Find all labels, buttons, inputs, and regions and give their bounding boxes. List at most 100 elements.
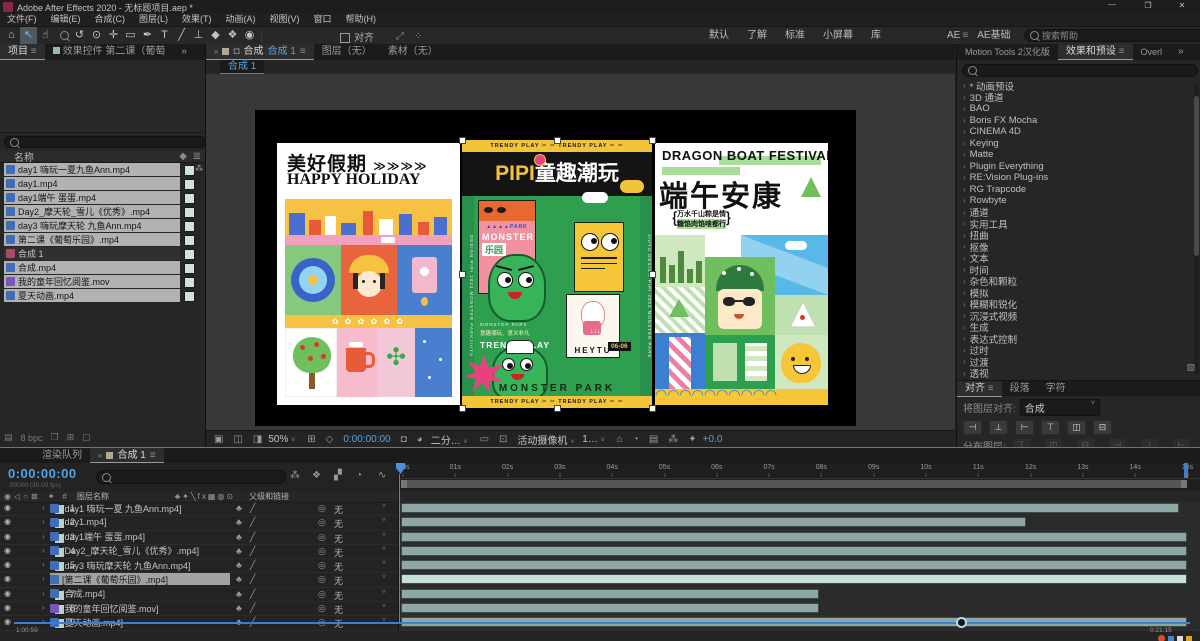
layer-name-cell[interactable]: [Day2_摩天轮_雪儿《优秀》.mp4] [50,545,230,557]
menu-帮助[interactable]: 帮助(H) [339,13,384,26]
parent-link-column[interactable]: 父级和链接 [249,491,289,502]
layer-twirl-icon[interactable]: › [42,546,45,555]
poster-pipi-trendy-play[interactable]: TRENDY PLAY ✂ ✂ TRENDY PLAY ✂ ✂ PIPI童趣潮玩… [462,140,652,408]
tab-paragraph[interactable]: 段落 [1002,381,1038,396]
layer-duration-bar[interactable] [401,517,1026,528]
rotate-tool[interactable]: ↺ [71,27,88,44]
twirl-icon[interactable]: › [963,357,966,366]
layer-name-cell[interactable]: [day1 嗨玩一夏 九鱼Ann.mp4] [50,502,230,514]
menu-窗口[interactable]: 窗口 [307,13,339,26]
minimize-button[interactable]: — [1098,0,1126,9]
effects-category[interactable]: › 3D 通道 [957,92,1193,105]
timeline-button-icon[interactable]: ▤ [645,431,662,448]
graph-editor-icon[interactable]: ∿ [374,467,390,484]
layer-switches[interactable]: ♣╱ [236,560,263,571]
effects-category[interactable]: › 沉浸式视频 [957,310,1193,323]
selection-handle[interactable] [649,405,656,412]
effects-category[interactable]: › CINEMA 4D [957,126,1193,138]
align-to-dropdown[interactable]: 合成 ˅ [1019,399,1100,416]
interpret-footage-icon[interactable]: ▤ [4,432,13,443]
twirl-icon[interactable]: › [963,323,966,332]
brush-tool[interactable]: ╱ [173,27,190,44]
layer-parent-dropdown[interactable]: 无 ˅ [334,574,386,587]
project-item[interactable]: 第二课《葡萄乐园》.mp4 [2,233,203,246]
maximize-button[interactable]: ❐ [1134,1,1162,10]
parent-pickwhip-icon[interactable]: ◎ [318,560,326,571]
project-search[interactable] [4,136,206,148]
layer-parent-dropdown[interactable]: 无 ˅ [334,517,386,530]
layer-switches[interactable]: ♣╱ [236,603,263,614]
menu-图层[interactable]: 图层(L) [132,13,175,26]
twirl-icon[interactable]: › [963,185,966,194]
workspace-标准[interactable]: 标准 [776,27,814,44]
timeline-search[interactable] [96,470,286,484]
frame-blending-icon[interactable]: ▞ [330,467,346,484]
twirl-icon[interactable]: › [963,231,966,240]
composition-flowchart-icon[interactable]: ⁂ [286,467,304,484]
twirl-icon[interactable]: › [963,254,966,263]
layer-name-cell[interactable]: [合成.mp4] [50,588,230,600]
transparency-grid-icon[interactable]: ⊡ [495,431,511,448]
twirl-icon[interactable]: › [963,242,966,251]
layer-parent-dropdown[interactable]: 无 ˅ [334,546,386,559]
text-tool[interactable]: T [156,27,173,44]
layer-name-cell[interactable]: [day3 嗨玩摩天轮 九鱼Ann.mp4] [50,559,230,571]
project-item[interactable]: day1.mp4 [2,177,203,190]
layer-switches[interactable]: ♣╱ [236,589,263,600]
timeline-bars-area[interactable] [398,502,1200,631]
layer-parent-dropdown[interactable]: 无 ˅ [334,503,386,516]
reset-exposure-icon[interactable]: ✦ [684,431,700,448]
project-item[interactable]: 合成.mp4 [2,261,203,274]
tab-composition[interactable]: « ◘ 合成 合成 1 ≡ [206,44,314,60]
resolution-dropdown[interactable]: 二分… ˅ [431,432,468,447]
exposure-value[interactable]: +0.0 [703,434,723,445]
help-search[interactable]: 搜索帮助 [1024,29,1200,42]
menu-编辑[interactable]: 编辑(E) [44,13,88,26]
effects-category[interactable]: › Keying [957,138,1193,150]
puppet-pin-tool[interactable]: ◉ [241,27,258,44]
twirl-icon[interactable]: › [963,265,966,274]
timeline-layer-row[interactable]: ◉ › 8 ♣╱ ◎ 无 ˅ [我的童年回忆阅鉴.mov] [0,602,398,617]
twirl-icon[interactable]: › [963,196,966,205]
effects-category[interactable]: › 过渡 [957,356,1193,369]
layer-twirl-icon[interactable]: › [42,560,45,569]
layer-name-column[interactable]: 图层名称 [77,491,109,502]
zoom-level-dropdown[interactable]: 50% ˅ [268,434,295,445]
lock-icon[interactable]: ◘ [233,44,239,60]
tab-footage[interactable]: 素材（无） [380,44,446,60]
selection-handle[interactable] [554,405,561,412]
pen-tool[interactable]: ✒ [139,27,156,44]
timeline-layer-row[interactable]: ◉ › 4 ♣╱ ◎ 无 ˅ [Day2_摩天轮_雪儿《优秀》.mp4] [0,545,398,560]
bit-depth-label[interactable]: 8 bpc [21,433,43,443]
scrollbar-handle[interactable] [956,617,967,628]
layer-duration-bar[interactable] [401,588,819,599]
timeline-timecode[interactable]: 0:00:00:00 [8,466,77,481]
tab-layer[interactable]: 图层（无） [314,44,380,60]
parent-pickwhip-icon[interactable]: ◎ [318,503,326,514]
workspace-ae[interactable]: AE [938,27,962,44]
workspace-默认[interactable]: 默认 [700,27,738,44]
eraser-tool[interactable]: ◆ [207,27,224,44]
menu-视图[interactable]: 视图(V) [263,13,307,26]
twirl-icon[interactable]: › [963,127,966,136]
menu-动画[interactable]: 动画(A) [219,13,263,26]
region-of-interest-icon[interactable]: ▭ [476,431,493,448]
label-color-chip[interactable] [184,221,195,232]
label-color-chip[interactable] [184,277,195,288]
project-item[interactable]: day1 嗨玩一夏九鱼Ann.mp4 ⁂ [2,163,203,176]
effects-category[interactable]: › Rowbyte [957,195,1193,207]
layer-name-cell[interactable]: [第二课《葡萄乐园》.mp4] [50,573,230,586]
align-left-button[interactable]: ⊣ [963,420,982,435]
pixel-aspect-icon[interactable]: ⌂ [613,431,627,448]
layer-name-cell[interactable]: [day1端午 蛋蛋.mp4] [50,531,230,543]
layer-eye-icon[interactable]: ◉ [4,574,11,583]
effects-category[interactable]: › 杂色和颗粒 [957,276,1193,289]
effects-category[interactable]: › RE:Vision Plug-ins [957,172,1193,184]
layer-eye-icon[interactable]: ◉ [4,532,11,541]
motion-blur-icon[interactable]: ◔ [352,467,366,484]
work-area-bar[interactable] [401,480,1187,488]
twirl-icon[interactable]: › [963,219,966,228]
timeline-layer-row[interactable]: ◉ › 2 ♣╱ ◎ 无 ˅ [day1.mp4] [0,516,398,531]
workspace-小屏幕[interactable]: 小屏幕 [814,27,862,44]
twirl-icon[interactable]: › [963,208,966,217]
